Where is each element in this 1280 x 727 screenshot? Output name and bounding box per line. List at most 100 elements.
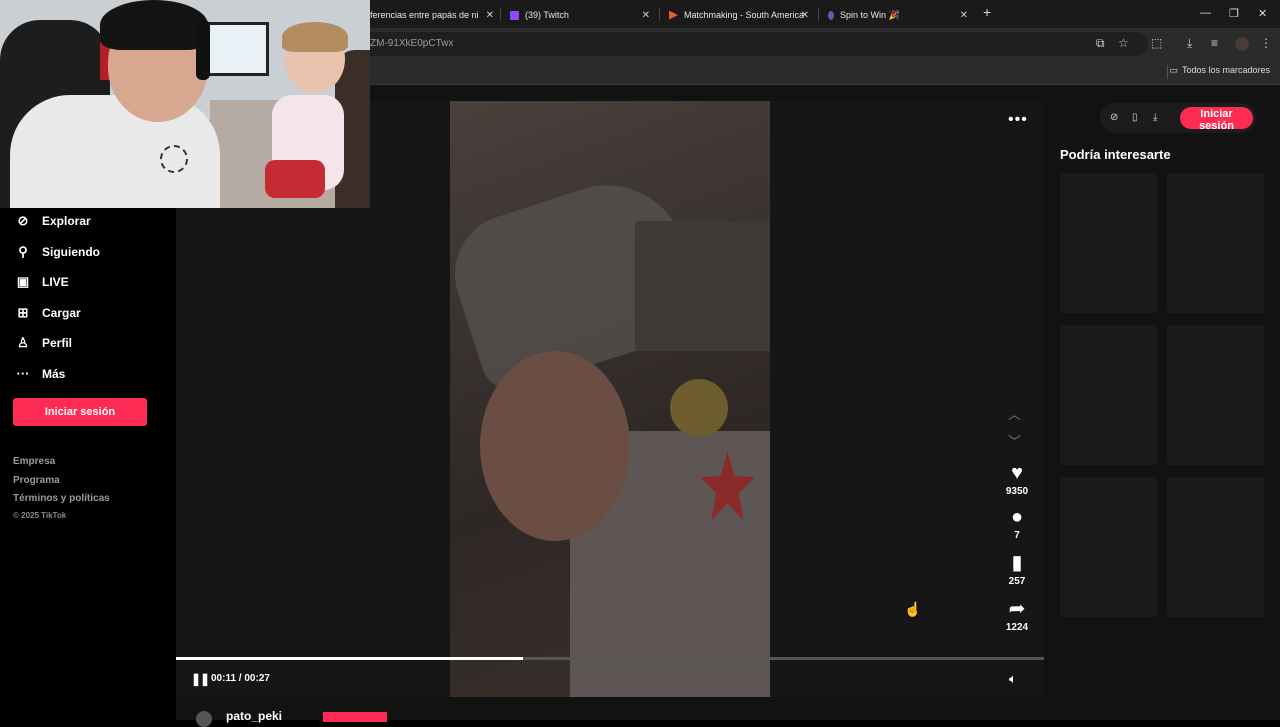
mobile-icon[interactable]: ▯: [1132, 112, 1138, 123]
more-options-icon[interactable]: •••: [1008, 111, 1028, 129]
sidebar-item-mas[interactable]: ··· Más: [14, 366, 66, 381]
copyright: © 2025 TikTok: [13, 511, 67, 520]
recommend-thumbnail[interactable]: [1060, 325, 1157, 465]
bookmarks-divider: [1167, 65, 1168, 79]
close-icon[interactable]: ✕: [486, 10, 494, 21]
all-bookmarks-label: Todos los marcadores: [1181, 65, 1270, 75]
volume-icon[interactable]: 🔈︎: [1009, 671, 1017, 687]
video-scene-toy: [670, 379, 728, 437]
comment-icon: ●: [1010, 506, 1024, 528]
upload-icon: ⊞: [17, 305, 29, 320]
pause-icon[interactable]: ❚❚: [191, 672, 210, 686]
author-name[interactable]: pato_peki: [226, 709, 282, 723]
save-action[interactable]: ▮ 257: [1002, 553, 1032, 587]
sidebar-item-live[interactable]: ▣ LIVE: [14, 274, 69, 290]
video-frame[interactable]: [450, 101, 770, 697]
twitch-icon: [510, 10, 519, 20]
footer-link-terminos[interactable]: Términos y políticas: [13, 493, 110, 504]
share-count: 1224: [1005, 622, 1029, 633]
recommend-thumbnail[interactable]: [1167, 325, 1264, 465]
new-tab-button[interactable]: +: [983, 4, 991, 20]
video-scene-face: [480, 351, 630, 541]
window-close-icon[interactable]: ✕: [1258, 7, 1267, 20]
comment-action[interactable]: ● 7: [1002, 507, 1032, 541]
explore-icon[interactable]: ⊘: [1110, 112, 1118, 123]
share-icon: ➦: [1008, 598, 1026, 620]
media-control-icon[interactable]: ≡: [1211, 36, 1218, 50]
follow-button[interactable]: [323, 712, 387, 722]
cam-headset: [196, 20, 210, 80]
all-bookmarks[interactable]: ▭ Todos los marcadores: [1169, 65, 1270, 76]
footer-link-programa[interactable]: Programa: [13, 475, 60, 486]
tab-divider: [818, 8, 819, 21]
bookmark-icon: ▮: [1011, 552, 1023, 574]
sidebar-item-label: Más: [42, 366, 66, 381]
login-button-top[interactable]: Iniciar sesión: [1180, 107, 1253, 132]
footer-link-empresa[interactable]: Empresa: [13, 456, 55, 467]
sidebar-item-perfil[interactable]: ♙ Perfil: [14, 335, 72, 351]
progress-fill: [176, 657, 524, 660]
sidebar-item-siguiendo[interactable]: ⚲ Siguiendo: [14, 244, 100, 260]
download-icon[interactable]: ⤓: [1153, 112, 1157, 123]
tab-divider: [500, 8, 501, 21]
sidebar-item-label: LIVE: [42, 275, 69, 289]
user-follow-icon: ⚲: [18, 244, 28, 259]
address-bar[interactable]: [360, 32, 1148, 56]
tab-divider: [659, 8, 660, 21]
restore-icon[interactable]: ❐: [1229, 7, 1239, 20]
sidebar-item-label: Siguiendo: [42, 245, 100, 259]
tab-3-label: Matchmaking - South America: [684, 10, 805, 20]
recommend-thumbnail[interactable]: [1060, 173, 1157, 313]
compass-icon: ⊘: [17, 213, 29, 228]
tab-2-label: (39) Twitch: [525, 10, 569, 20]
sidebar-item-label: Cargar: [42, 306, 81, 320]
close-icon[interactable]: ✕: [960, 10, 968, 21]
profile-avatar-icon[interactable]: [1235, 37, 1249, 51]
sidebar-item-cargar[interactable]: ⊞ Cargar: [14, 305, 81, 321]
recommend-thumbnail[interactable]: [1167, 173, 1264, 313]
game-icon: [669, 10, 678, 20]
cam-child-shorts: [265, 160, 325, 198]
player-controls: ❚❚ 00:11 / 00:27 🔈︎: [176, 661, 1044, 697]
like-count: 9350: [1005, 486, 1029, 497]
folder-icon: ▭: [1169, 65, 1178, 75]
live-tv-icon: ▣: [16, 274, 30, 289]
tab-4[interactable]: Spin to Win 🎉 ✕: [820, 4, 972, 26]
previous-video-icon[interactable]: ︿: [1008, 404, 1021, 423]
tab-1[interactable]: iferencias entre papás de niñ ✕: [360, 4, 498, 26]
cam-child-hair: [282, 22, 348, 52]
webcam-overlay: [0, 0, 370, 208]
menu-kebab-icon[interactable]: ⋮: [1260, 36, 1272, 50]
bookmark-star-icon[interactable]: ☆: [1118, 36, 1129, 50]
tab-2[interactable]: (39) Twitch ✕: [502, 4, 654, 26]
video-scene-window: [635, 221, 770, 351]
video-info: pato_peki: [176, 697, 1044, 727]
time-display: 00:11 / 00:27: [211, 673, 270, 684]
sidebar-item-label: Explorar: [42, 214, 91, 228]
install-app-icon[interactable]: ⧉: [1096, 36, 1105, 51]
download-icon[interactable]: ⤓: [1187, 36, 1192, 51]
close-icon[interactable]: ✕: [642, 10, 650, 21]
more-icon: ···: [16, 366, 30, 381]
minimize-icon[interactable]: —: [1200, 7, 1211, 19]
close-icon[interactable]: ✕: [801, 10, 809, 21]
url-text: ZM-91XkE0pCTwx: [370, 38, 454, 49]
recommend-thumbnail[interactable]: [1167, 477, 1264, 617]
tab-1-label: iferencias entre papás de niñ: [368, 10, 478, 20]
avatar[interactable]: [196, 711, 212, 727]
like-action[interactable]: ♥ 9350: [1002, 463, 1032, 497]
login-button-sidebar[interactable]: Iniciar sesión: [13, 398, 147, 426]
save-count: 257: [1008, 576, 1026, 587]
extensions-icon[interactable]: ⬚: [1151, 36, 1162, 50]
sidebar-item-explorar[interactable]: ⊘ Explorar: [14, 213, 91, 229]
cam-person-body: [10, 95, 220, 208]
recommend-title: Podría interesarte: [1060, 147, 1171, 162]
next-video-icon[interactable]: ﹀: [1008, 431, 1021, 450]
progress-bar[interactable]: [176, 657, 1044, 660]
cam-person-hair: [100, 0, 208, 50]
heart-icon: ♥: [1011, 462, 1023, 484]
share-action[interactable]: ➦ 1224: [1002, 599, 1032, 633]
recommend-thumbnail[interactable]: [1060, 477, 1157, 617]
sidebar-item-label: Perfil: [42, 336, 73, 350]
tab-3[interactable]: Matchmaking - South America ✕: [661, 4, 813, 26]
